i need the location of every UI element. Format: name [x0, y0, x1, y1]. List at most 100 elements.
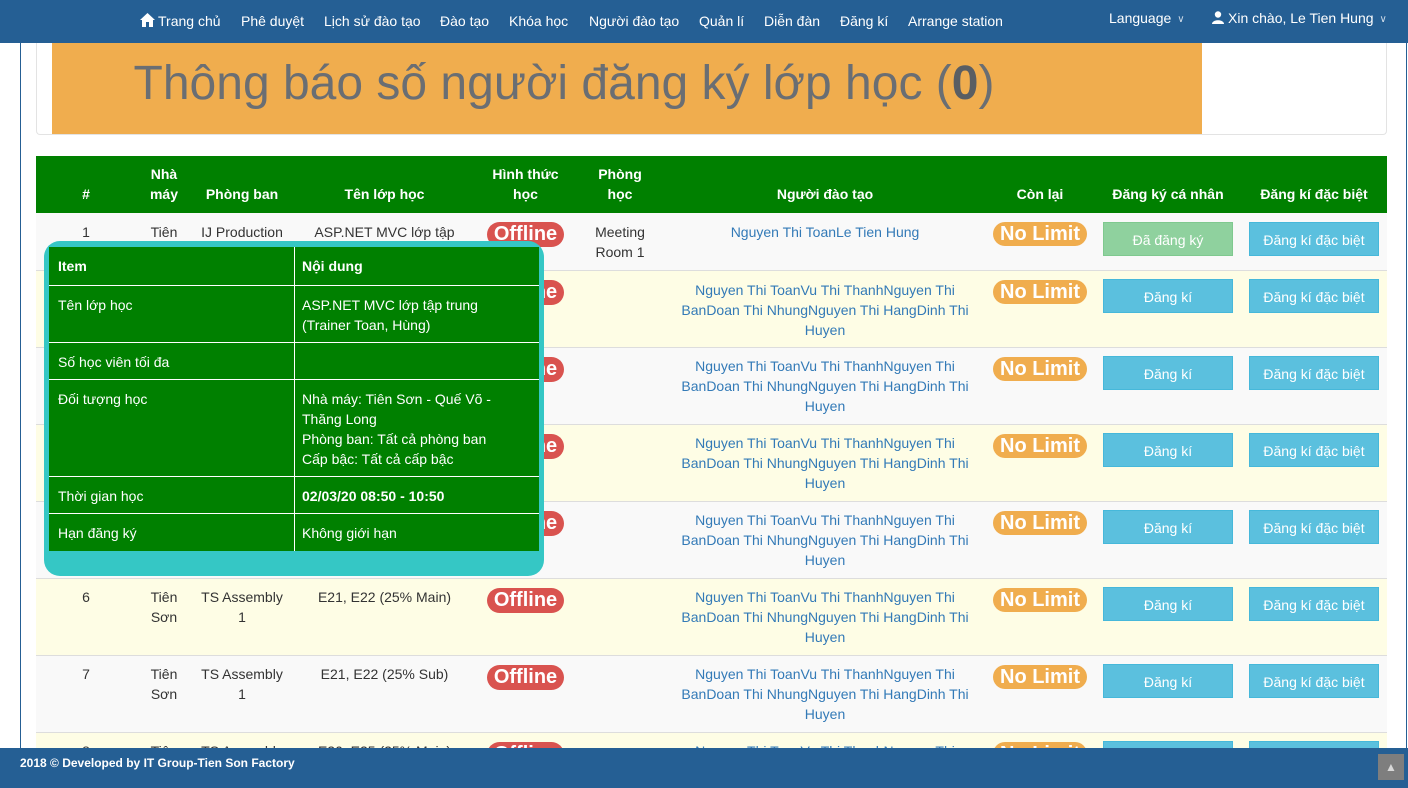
popup-value-audience: Nhà máy: Tiên Sơn - Quế Võ - Thăng Long Ph…	[302, 391, 491, 467]
no-limit-badge: No Limit	[993, 357, 1087, 381]
popup-row: Tên lớp học ASP.NET MVC lớp tập trung (Tr…	[49, 286, 539, 343]
nav-training-history[interactable]: Lịch sử đào tạo	[324, 13, 421, 29]
special-register-button[interactable]: Đăng kí đặc biệt	[1249, 510, 1379, 544]
nav-arrange-station[interactable]: Arrange station	[908, 13, 1003, 29]
offline-badge: Offline	[487, 665, 564, 690]
popup-header-row: Item Nội dung	[49, 247, 539, 286]
row-trainer-link[interactable]: Nguyen Thi ToanVu Thi ThanhNguyen Thi Ban…	[676, 433, 974, 493]
col-num: #	[82, 186, 90, 202]
special-register-button[interactable]: Đăng kí đặc biệt	[1249, 222, 1379, 256]
col-personal-register: Đăng ký cá nhân	[1112, 186, 1224, 202]
user-icon	[1212, 11, 1224, 24]
popup-label-max-students: Số học viên tối đa	[58, 354, 170, 370]
no-limit-badge: No Limit	[993, 280, 1087, 304]
popup-label-audience: Đối tượng học	[58, 391, 148, 407]
page-border-left	[20, 43, 21, 748]
register-button[interactable]: Đăng kí	[1103, 664, 1233, 698]
register-button[interactable]: Đăng kí	[1103, 279, 1233, 313]
row-department: TS Assembly 1	[201, 666, 283, 702]
popup-header-content: Nội dung	[302, 258, 363, 274]
language-label: Language	[1109, 10, 1172, 26]
banner-title: Thông báo số người đăng ký lớp học (0)	[133, 57, 995, 110]
nav-manage[interactable]: Quản lí	[699, 13, 744, 29]
row-factory: Tiên	[150, 224, 178, 240]
nav-home-label: Trang chủ	[158, 13, 221, 29]
registration-banner: Thông báo số người đăng ký lớp học (0)	[52, 43, 1202, 134]
popup-row: Hạn đăng ký Không giới hạn	[49, 514, 539, 551]
table-row: 6 Tiên Sơn TS Assembly 1 E21, E22 (25% M…	[36, 579, 1387, 656]
row-class-name[interactable]: ASP.NET MVC lớp tập	[292, 222, 477, 242]
nav-forum[interactable]: Diễn đàn	[764, 13, 820, 29]
nav-courses[interactable]: Khóa học	[509, 13, 568, 29]
row-trainer-link[interactable]: Nguyen Thi ToanVu Thi ThanhNguyen Thi Ban…	[676, 587, 974, 647]
special-register-button[interactable]: Đăng kí đặc biệt	[1249, 356, 1379, 390]
row-department: IJ Production	[201, 224, 283, 240]
register-button[interactable]: Đăng kí	[1103, 433, 1233, 467]
no-limit-badge: No Limit	[993, 511, 1087, 535]
col-factory: Nhà máy	[149, 166, 179, 202]
popup-label-deadline: Hạn đăng ký	[58, 525, 137, 541]
arrow-up-icon: ▲	[1385, 760, 1397, 774]
language-dropdown[interactable]: Language ∨	[1109, 10, 1185, 26]
user-greeting: Xin chào, Le Tien Hung	[1228, 10, 1374, 26]
register-button[interactable]: Đăng kí	[1103, 587, 1233, 621]
popup-value-schedule: 02/03/20 08:50 - 10:50	[302, 488, 445, 504]
row-trainer-link[interactable]: Nguyen Thi ToanVu Thi ThanhNguyen Thi Ban…	[676, 510, 974, 570]
footer-copyright: 2018 © Developed by IT Group-Tien Son Fa…	[20, 756, 295, 770]
popup-row: Số học viên tối đa	[49, 343, 539, 380]
special-register-button[interactable]: Đăng kí đặc biệt	[1249, 664, 1379, 698]
class-detail-table: Item Nội dung Tên lớp học ASP.NET MVC lớ…	[49, 247, 539, 551]
nav-register[interactable]: Đăng kí	[840, 13, 888, 29]
no-limit-badge: No Limit	[993, 222, 1087, 246]
table-header: # Nhà máy Phòng ban Tên lớp học Hình thức…	[36, 156, 1387, 213]
table-row: 7 Tiên Sơn TS Assembly 1 E21, E22 (25% S…	[36, 656, 1387, 733]
col-class-name: Tên lớp học	[344, 186, 425, 202]
register-button[interactable]: Đăng kí	[1103, 356, 1233, 390]
row-factory: Tiên Sơn	[150, 666, 178, 702]
col-room: Phòng học	[598, 166, 642, 202]
nav-trainers[interactable]: Người đào tạo	[589, 13, 679, 29]
special-register-button[interactable]: Đăng kí đặc biệt	[1249, 587, 1379, 621]
scroll-to-top-button[interactable]: ▲	[1378, 754, 1404, 780]
row-class-name[interactable]: E21, E22 (25% Main)	[292, 587, 477, 607]
registration-count: 0	[951, 57, 979, 110]
page-border-right	[1406, 43, 1407, 748]
popup-label-schedule: Thời gian học	[58, 488, 144, 504]
col-format: Hình thức học	[492, 166, 559, 202]
popup-value-deadline: Không giới hạn	[302, 525, 397, 541]
col-special-register: Đăng kí đặc biệt	[1260, 186, 1368, 202]
nav-home[interactable]: Trang chủ	[140, 13, 221, 29]
chevron-down-icon: ∨	[1177, 14, 1185, 25]
row-num: 7	[82, 666, 90, 682]
popup-label-class-name: Tên lớp học	[58, 297, 133, 313]
no-limit-badge: No Limit	[993, 434, 1087, 458]
popup-value-class-name: ASP.NET MVC lớp tập trung (Trainer Toan, …	[302, 297, 478, 333]
special-register-button[interactable]: Đăng kí đặc biệt	[1249, 279, 1379, 313]
class-detail-popup: Item Nội dung Tên lớp học ASP.NET MVC lớ…	[44, 241, 544, 576]
row-department: TS Assembly 1	[201, 589, 283, 625]
top-navbar: Trang chủ Phê duyệt Lịch sử đào tạo Đào …	[0, 0, 1408, 43]
home-icon	[140, 13, 155, 27]
popup-header-item: Item	[58, 258, 87, 274]
registered-button[interactable]: Đã đăng ký	[1103, 222, 1233, 256]
col-trainer: Người đào tạo	[776, 186, 874, 202]
row-trainer-link[interactable]: Nguyen Thi ToanVu Thi ThanhNguyen Thi Ban…	[676, 280, 974, 340]
page-footer: 2018 © Developed by IT Group-Tien Son Fa…	[0, 748, 1408, 788]
row-class-name[interactable]: E21, E22 (25% Sub)	[292, 664, 477, 684]
no-limit-badge: No Limit	[993, 588, 1087, 612]
user-menu[interactable]: Xin chào, Le Tien Hung ∨	[1212, 10, 1387, 26]
register-button[interactable]: Đăng kí	[1103, 510, 1233, 544]
col-remaining: Còn lại	[1016, 186, 1064, 202]
row-trainer-link[interactable]: Nguyen Thi ToanVu Thi ThanhNguyen Thi Ban…	[676, 664, 974, 724]
nav-approval[interactable]: Phê duyệt	[241, 13, 304, 29]
row-room: Meeting Room 1	[595, 224, 645, 260]
offline-badge: Offline	[487, 588, 564, 613]
row-trainer-link[interactable]: Nguyen Thi ToanLe Tien Hung	[676, 222, 974, 242]
no-limit-badge: No Limit	[993, 665, 1087, 689]
special-register-button[interactable]: Đăng kí đặc biệt	[1249, 433, 1379, 467]
row-trainer-link[interactable]: Nguyen Thi ToanVu Thi ThanhNguyen Thi Ban…	[676, 356, 974, 416]
row-factory: Tiên Sơn	[150, 589, 178, 625]
row-num: 6	[82, 589, 90, 605]
nav-training[interactable]: Đào tạo	[440, 13, 489, 29]
row-num: 1	[82, 224, 90, 240]
